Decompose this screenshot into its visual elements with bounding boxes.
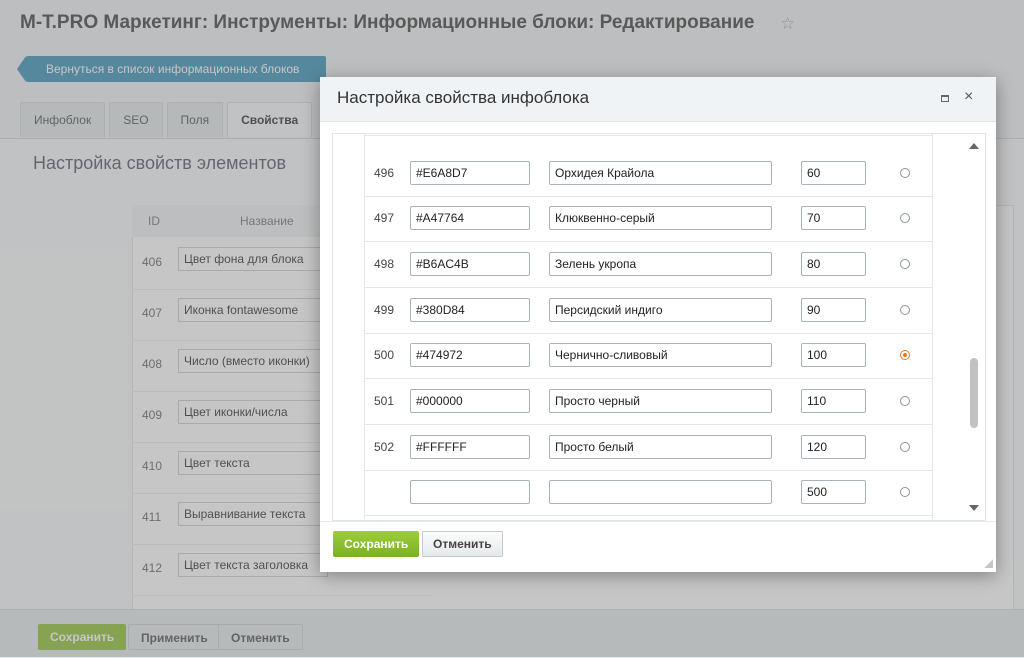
name-input[interactable] (549, 480, 772, 504)
code-input[interactable]: #474972 (410, 343, 530, 367)
value-id: 502 (374, 440, 395, 454)
dialog-cancel-button[interactable]: Отменить (422, 531, 503, 557)
default-radio[interactable] (900, 168, 910, 178)
scroll-up-arrow-icon[interactable] (969, 143, 979, 149)
values-list-scroll-area[interactable]: 496 #E6A8D7 Орхидея Крайола 60 497 #A477… (332, 133, 986, 521)
dialog-title: Настройка свойства инфоблока (337, 88, 590, 107)
name-input[interactable]: Чернично-сливовый (549, 343, 772, 367)
row-left-border (364, 133, 365, 519)
list-item: 496 #E6A8D7 Орхидея Крайола 60 (365, 151, 933, 197)
code-input[interactable]: #A47764 (410, 206, 530, 230)
sort-input[interactable]: 110 (801, 389, 866, 413)
default-radio[interactable] (900, 487, 910, 497)
list-item: 498 #B6AC4B Зелень укропа 80 (365, 242, 933, 288)
value-id: 498 (374, 257, 395, 271)
sort-input[interactable]: 500 (801, 480, 866, 504)
sort-input[interactable]: 60 (801, 161, 866, 185)
code-input[interactable]: #000000 (410, 389, 530, 413)
code-input[interactable] (410, 480, 530, 504)
list-item: 497 #A47764 Клюквенно-серый 70 (365, 196, 933, 242)
code-input[interactable]: #E6A8D7 (410, 161, 530, 185)
scroll-down-arrow-icon[interactable] (969, 505, 979, 511)
sort-input[interactable]: 120 (801, 435, 866, 459)
name-input[interactable]: Орхидея Крайола (549, 161, 772, 185)
sort-input[interactable]: 100 (801, 343, 866, 367)
list-item-new: 500 (365, 470, 933, 516)
sort-input[interactable]: 70 (801, 206, 866, 230)
value-id: 496 (374, 166, 395, 180)
list-item: 501 #000000 Просто черный 110 (365, 379, 933, 425)
default-radio[interactable] (900, 259, 910, 269)
sort-input[interactable]: 80 (801, 252, 866, 276)
row-right-border (932, 133, 933, 519)
code-input[interactable]: #FFFFFF (410, 435, 530, 459)
default-radio[interactable] (900, 305, 910, 315)
name-input[interactable]: Зелень укропа (549, 252, 772, 276)
default-radio[interactable] (900, 213, 910, 223)
list-item: 499 #380D84 Персидский индиго 90 (365, 288, 933, 334)
value-id: 497 (374, 211, 395, 225)
value-id: 501 (374, 394, 395, 408)
default-radio[interactable] (900, 442, 910, 452)
name-input[interactable]: Просто черный (549, 389, 772, 413)
code-input[interactable]: #B6AC4B (410, 252, 530, 276)
scrollbar-thumb[interactable] (970, 358, 978, 428)
dialog-save-button[interactable]: Сохранить (333, 531, 420, 557)
name-input[interactable]: Просто белый (549, 435, 772, 459)
maximize-icon[interactable] (941, 95, 949, 102)
name-input[interactable]: Клюквенно-серый (549, 206, 772, 230)
list-item (365, 134, 933, 136)
resize-handle-icon[interactable] (984, 559, 993, 568)
sort-input[interactable]: 90 (801, 298, 866, 322)
value-id: 499 (374, 303, 395, 317)
close-icon[interactable]: × (964, 88, 973, 106)
dialog-header: Настройка свойства инфоблока × (320, 77, 996, 122)
code-input[interactable]: #380D84 (410, 298, 530, 322)
name-input[interactable]: Персидский индиго (549, 298, 772, 322)
default-radio[interactable] (900, 396, 910, 406)
value-id: 500 (374, 348, 395, 362)
default-radio-selected[interactable] (900, 350, 910, 360)
list-item: 502 #FFFFFF Просто белый 120 (365, 425, 933, 471)
list-item: 500 #474972 Чернично-сливовый 100 (365, 333, 933, 379)
